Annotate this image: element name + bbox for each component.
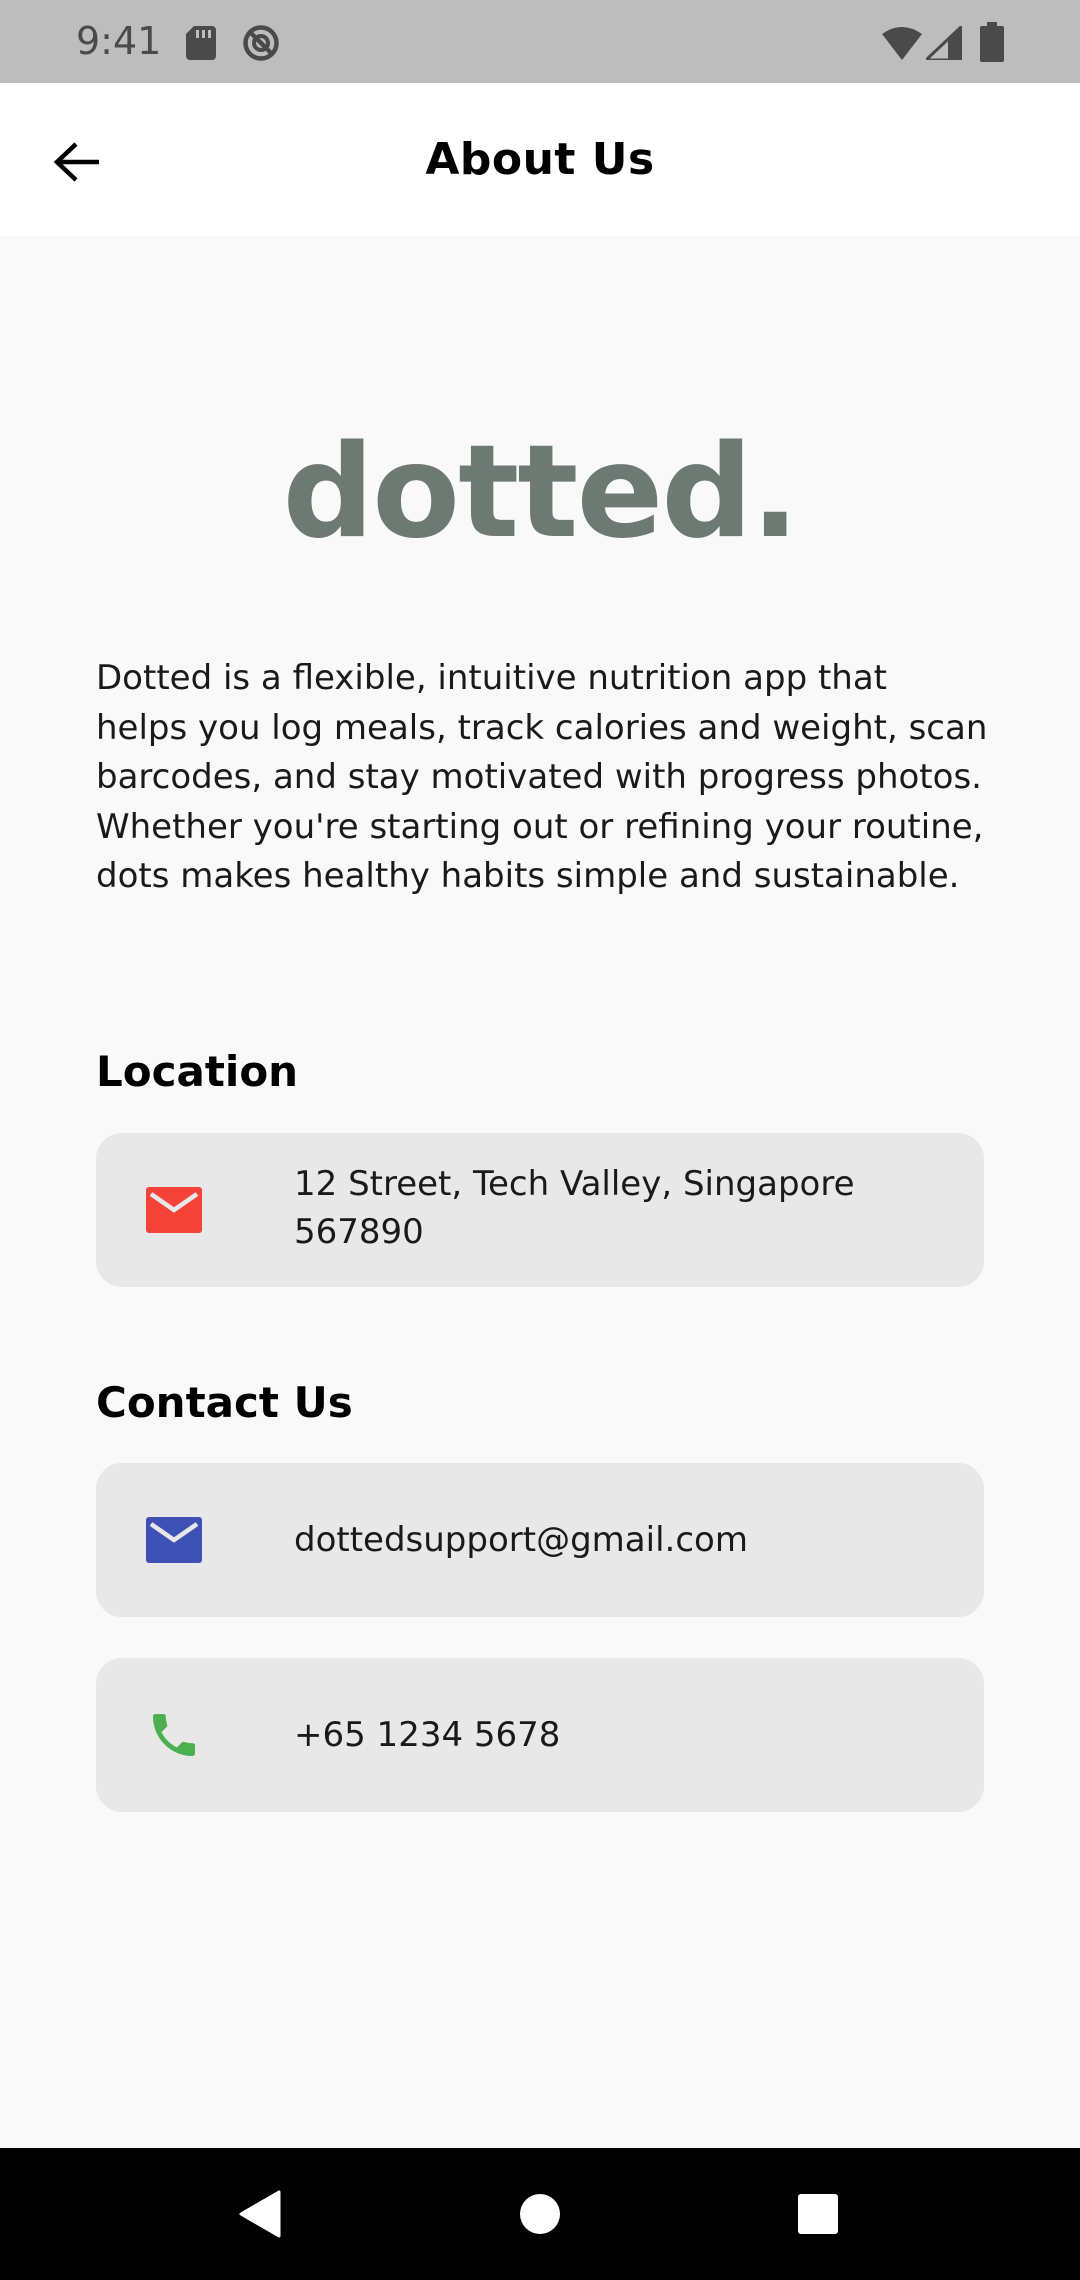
- location-heading: Location: [96, 1047, 299, 1096]
- battery-icon: [980, 22, 1004, 62]
- phone-icon: [144, 1705, 204, 1765]
- app-logo: dotted.: [282, 418, 800, 567]
- system-nav-bar: [0, 2148, 1080, 2280]
- status-bar: 9:41: [0, 0, 1080, 83]
- email-card[interactable]: dottedsupport@gmail.com: [96, 1463, 984, 1617]
- do-not-disturb-icon: [243, 25, 279, 61]
- home-icon: [520, 2194, 560, 2234]
- contact-phone: +65 1234 5678: [294, 1715, 561, 1755]
- wifi-icon: [882, 27, 922, 60]
- mail-icon: [144, 1180, 204, 1240]
- cellular-signal-icon: [926, 26, 962, 60]
- nav-back-button[interactable]: [217, 2172, 301, 2256]
- contact-heading: Contact Us: [96, 1378, 353, 1427]
- nav-recents-button[interactable]: [776, 2172, 860, 2256]
- app-bar: About Us: [0, 83, 1080, 236]
- sd-card-icon: [186, 26, 216, 60]
- status-time: 9:41: [76, 19, 162, 63]
- page-title: About Us: [425, 134, 655, 185]
- nav-home-button[interactable]: [498, 2172, 582, 2256]
- phone-card[interactable]: +65 1234 5678: [96, 1658, 984, 1812]
- contact-email: dottedsupport@gmail.com: [294, 1520, 748, 1560]
- app-description: Dotted is a flexible, intuitive nutritio…: [96, 658, 988, 896]
- location-address: 12 Street, Tech Valley, Singapore 567890: [294, 1164, 855, 1252]
- location-card[interactable]: 12 Street, Tech Valley, Singapore 567890: [96, 1133, 984, 1287]
- back-icon: [239, 2190, 281, 2238]
- mail-icon: [144, 1510, 204, 1570]
- recents-icon: [798, 2194, 838, 2234]
